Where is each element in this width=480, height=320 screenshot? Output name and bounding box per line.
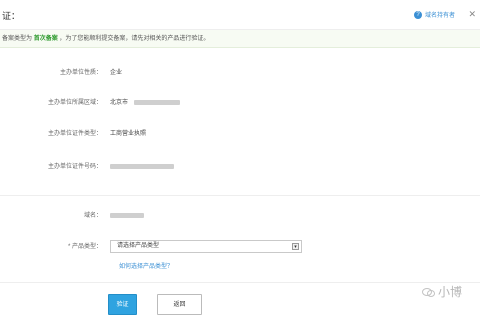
info-value-wrap: 北京市 <box>110 97 181 109</box>
product-type-select[interactable]: 请选择产品类型 ▾ <box>110 240 302 253</box>
info-label: 主办单位所属区域： <box>47 100 102 106</box>
help-icon: ? <box>413 10 422 19</box>
close-icon[interactable]: ✕ <box>468 9 476 19</box>
section-divider <box>0 195 480 196</box>
domain-value <box>110 210 144 222</box>
footer-divider <box>0 282 480 283</box>
help-link-label: 域名持有者 <box>424 13 455 19</box>
info-value-wrap <box>110 161 174 173</box>
notice-suffix: ，为了您能顺利提交备案，请先对相关的产品进行验证。 <box>59 36 210 42</box>
watermark: 小博 <box>422 283 462 300</box>
redacted-text <box>110 212 144 218</box>
product-type-selected: 请选择产品类型 <box>117 243 160 249</box>
product-type-help-link[interactable]: 如何选择产品类型？ <box>119 261 173 270</box>
notice-highlight: 首次备案 <box>33 36 58 42</box>
watermark-text: 小博 <box>438 285 463 299</box>
info-row-nature: 主办单位性质： 企业 <box>0 67 480 79</box>
product-type-label: * 产品类型： <box>67 244 102 250</box>
info-label: 主办单位证件类型： <box>47 131 102 137</box>
wechat-logo-icon <box>422 287 435 297</box>
chevron-down-icon: ▾ <box>292 243 299 250</box>
domain-label: 域名： <box>83 213 102 219</box>
info-row-cert-type: 主办单位证件类型： 工商营业执照 <box>0 128 480 140</box>
info-value: 工商营业执照 <box>110 131 147 137</box>
domain-row: 域名： <box>0 210 480 222</box>
notice-prefix: 备案类型为 <box>2 36 33 42</box>
info-label: 主办单位性质： <box>59 70 102 76</box>
info-row-cert-number: 主办单位证件号码： <box>0 161 480 173</box>
info-value: 北京市 <box>110 100 129 106</box>
verify-button[interactable]: 验证 <box>108 294 137 315</box>
back-button[interactable]: 返回 <box>157 294 202 315</box>
redacted-text <box>134 99 181 105</box>
redacted-text <box>110 163 174 169</box>
notice-banner: 备案类型为 首次备案 ，为了您能顺利提交备案，请先对相关的产品进行验证。 <box>0 30 480 48</box>
info-label: 主办单位证件号码： <box>47 164 102 170</box>
form-content: 主办单位性质： 企业 主办单位所属区域： 北京市 主办单位证件类型： 工商营业执… <box>0 48 480 320</box>
header-bar: 证： ? 域名持有者 ✕ <box>0 0 480 30</box>
info-row-region: 主办单位所属区域： 北京市 <box>0 97 480 109</box>
page-title: 证： <box>2 11 21 21</box>
info-value: 企业 <box>110 70 123 76</box>
help-link[interactable]: ? 域名持有者 <box>413 10 455 19</box>
